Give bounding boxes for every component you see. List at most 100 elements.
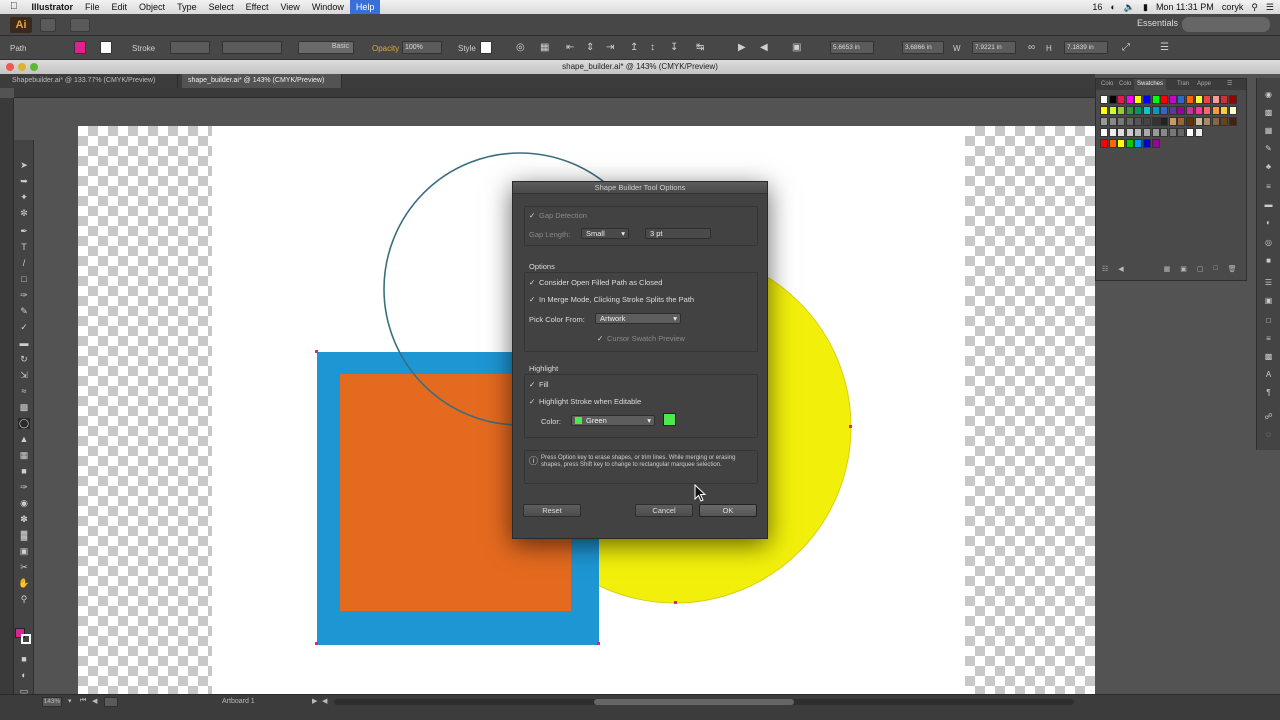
color-swatch[interactable] [1186, 128, 1194, 137]
minimize-window-icon[interactable] [18, 63, 26, 71]
color-swatch[interactable] [1100, 117, 1108, 126]
color-swatch[interactable] [1177, 95, 1186, 104]
ok-button[interactable]: OK [699, 504, 757, 517]
tab-swatches[interactable]: Swatches [1134, 79, 1167, 90]
swatch-kind-icon[interactable]: ◀ [1118, 265, 1123, 277]
symbol-sprayer-tool-icon[interactable]: ✽ [18, 514, 30, 525]
cursor-swatch-preview-checkbox[interactable]: ✓ Cursor Swatch Preview [597, 334, 685, 343]
swatch-library-icon[interactable]: ☷ [1102, 265, 1108, 277]
perspective-grid-tool-icon[interactable]: ▲ [18, 434, 30, 445]
width-field[interactable]: 7.9221 in [972, 41, 1016, 54]
pen-tool-icon[interactable]: ✒ [18, 226, 30, 237]
menu-effect[interactable]: Effect [240, 0, 275, 14]
color-swatch[interactable] [1168, 95, 1177, 104]
zoom-tool-icon[interactable]: ⚲ [18, 594, 30, 605]
stroke-label[interactable]: Stroke [132, 44, 155, 53]
color-swatch[interactable] [1168, 128, 1177, 137]
color-swatch[interactable] [1125, 139, 1134, 148]
height-field[interactable]: 7.1839 in [1064, 41, 1108, 54]
pencil-tool-icon[interactable]: ✎ [18, 306, 30, 317]
color-swatch[interactable] [1108, 106, 1117, 115]
color-swatch[interactable] [1134, 106, 1143, 115]
variable-width-profile[interactable] [222, 41, 282, 54]
color-swatch[interactable] [1100, 128, 1108, 137]
color-swatch[interactable] [1203, 117, 1212, 126]
color-mode-icon[interactable]: ■ [18, 654, 30, 665]
panel-menu-icon[interactable]: ☰ [1160, 42, 1169, 53]
color-swatch[interactable] [1108, 117, 1117, 126]
reset-button[interactable]: Reset [523, 504, 581, 517]
anchor-point[interactable] [315, 642, 318, 645]
color-swatch[interactable] [1203, 106, 1212, 115]
color-swatch[interactable] [1186, 117, 1194, 126]
tab-shape-builder[interactable]: shape_builder.ai* @ 143% (CMYK/Preview) [182, 74, 342, 88]
menu-help[interactable]: Help [349, 0, 381, 14]
x-position-field[interactable]: 5.6653 in [830, 41, 874, 54]
color-swatch[interactable] [1100, 139, 1108, 148]
layers-panel-icon[interactable]: ☰ [1263, 278, 1274, 288]
brush-definition[interactable]: Basic [298, 41, 354, 54]
anchor-point[interactable] [674, 601, 677, 604]
draw-mode-icon[interactable]: ◐ [18, 670, 30, 681]
first-artboard-icon[interactable]: ⏮ [80, 697, 86, 705]
color-swatch[interactable] [1220, 95, 1229, 104]
color-swatch[interactable] [1160, 117, 1169, 126]
distribute-horizontal-icon[interactable]: ▶ [738, 42, 746, 53]
transform-icon[interactable]: ⤢ [1122, 42, 1130, 53]
color-swatch[interactable] [1160, 128, 1169, 137]
color-swatch[interactable] [1194, 95, 1203, 104]
gap-detection-checkbox[interactable]: ✓ Gap Detection [529, 211, 587, 220]
recolor-artwork-icon[interactable]: ◎ [516, 42, 525, 53]
volume-icon[interactable]: 🔈 [1124, 2, 1135, 13]
opacity-label[interactable]: Opacity [372, 44, 399, 53]
align-right-icon[interactable]: ⇥ [606, 42, 614, 53]
notification-center-icon[interactable]: ☰ [1266, 2, 1274, 13]
fill-color-swatch[interactable] [74, 41, 86, 54]
tab-transparency[interactable]: Tran [1174, 79, 1192, 90]
rotate-tool-icon[interactable]: ↻ [18, 354, 30, 365]
slice-tool-icon[interactable]: ✂ [18, 562, 30, 573]
blob-brush-tool-icon[interactable]: ✓ [18, 322, 30, 333]
align-panel-icon[interactable]: ≡ [1263, 334, 1274, 344]
distribute-vertical-icon[interactable]: ◀ [760, 42, 768, 53]
magic-wand-tool-icon[interactable]: ✦ [18, 192, 30, 203]
gradient-tool-icon[interactable]: ■ [18, 466, 30, 477]
color-swatch[interactable] [1143, 95, 1151, 104]
color-swatch[interactable] [1177, 117, 1186, 126]
color-swatch[interactable] [1168, 106, 1177, 115]
color-swatch[interactable] [1125, 128, 1134, 137]
navigator-panel-icon[interactable]: ◌ [1263, 430, 1274, 440]
mesh-tool-icon[interactable]: ▦ [18, 450, 30, 461]
pick-color-dropdown[interactable]: Artwork ▾ [595, 313, 681, 324]
anchor-point[interactable] [315, 350, 318, 353]
color-swatch[interactable] [1125, 117, 1134, 126]
color-swatch[interactable] [1108, 128, 1117, 137]
cancel-button[interactable]: Cancel [635, 504, 693, 517]
graph-tool-icon[interactable]: ▓ [18, 530, 30, 541]
merge-mode-split-checkbox[interactable]: ✓ In Merge Mode, Clicking Stroke Splits t… [529, 295, 694, 304]
color-swatch[interactable] [1134, 128, 1143, 137]
color-swatch[interactable] [1177, 128, 1186, 137]
menu-file[interactable]: File [79, 0, 106, 14]
color-swatch[interactable] [1168, 117, 1177, 126]
color-swatch[interactable] [1143, 128, 1151, 137]
menu-type[interactable]: Type [171, 0, 203, 14]
dialog-title[interactable]: Shape Builder Tool Options [513, 182, 767, 194]
color-swatch[interactable] [1229, 95, 1237, 104]
highlight-color-swatch[interactable] [663, 413, 676, 426]
color-swatch[interactable] [1220, 117, 1229, 126]
links-panel-icon[interactable]: ☍ [1263, 412, 1274, 422]
width-tool-icon[interactable]: ≈ [18, 386, 30, 397]
color-swatch[interactable] [1177, 106, 1186, 115]
line-tool-icon[interactable]: / [18, 258, 30, 269]
character-panel-icon[interactable]: A [1263, 370, 1274, 380]
lasso-tool-icon[interactable]: ✼ [18, 208, 30, 219]
color-swatch[interactable] [1211, 117, 1220, 126]
color-swatch[interactable] [1211, 106, 1220, 115]
color-swatch[interactable] [1134, 117, 1143, 126]
stroke-panel-icon[interactable]: ≡ [1263, 182, 1274, 192]
appearance-panel-icon[interactable]: ◎ [1263, 238, 1274, 248]
y-position-field[interactable]: 3.6866 in [902, 41, 944, 54]
color-swatch[interactable] [1134, 139, 1143, 148]
shape-builder-tool-icon[interactable]: ◯ [18, 418, 30, 429]
